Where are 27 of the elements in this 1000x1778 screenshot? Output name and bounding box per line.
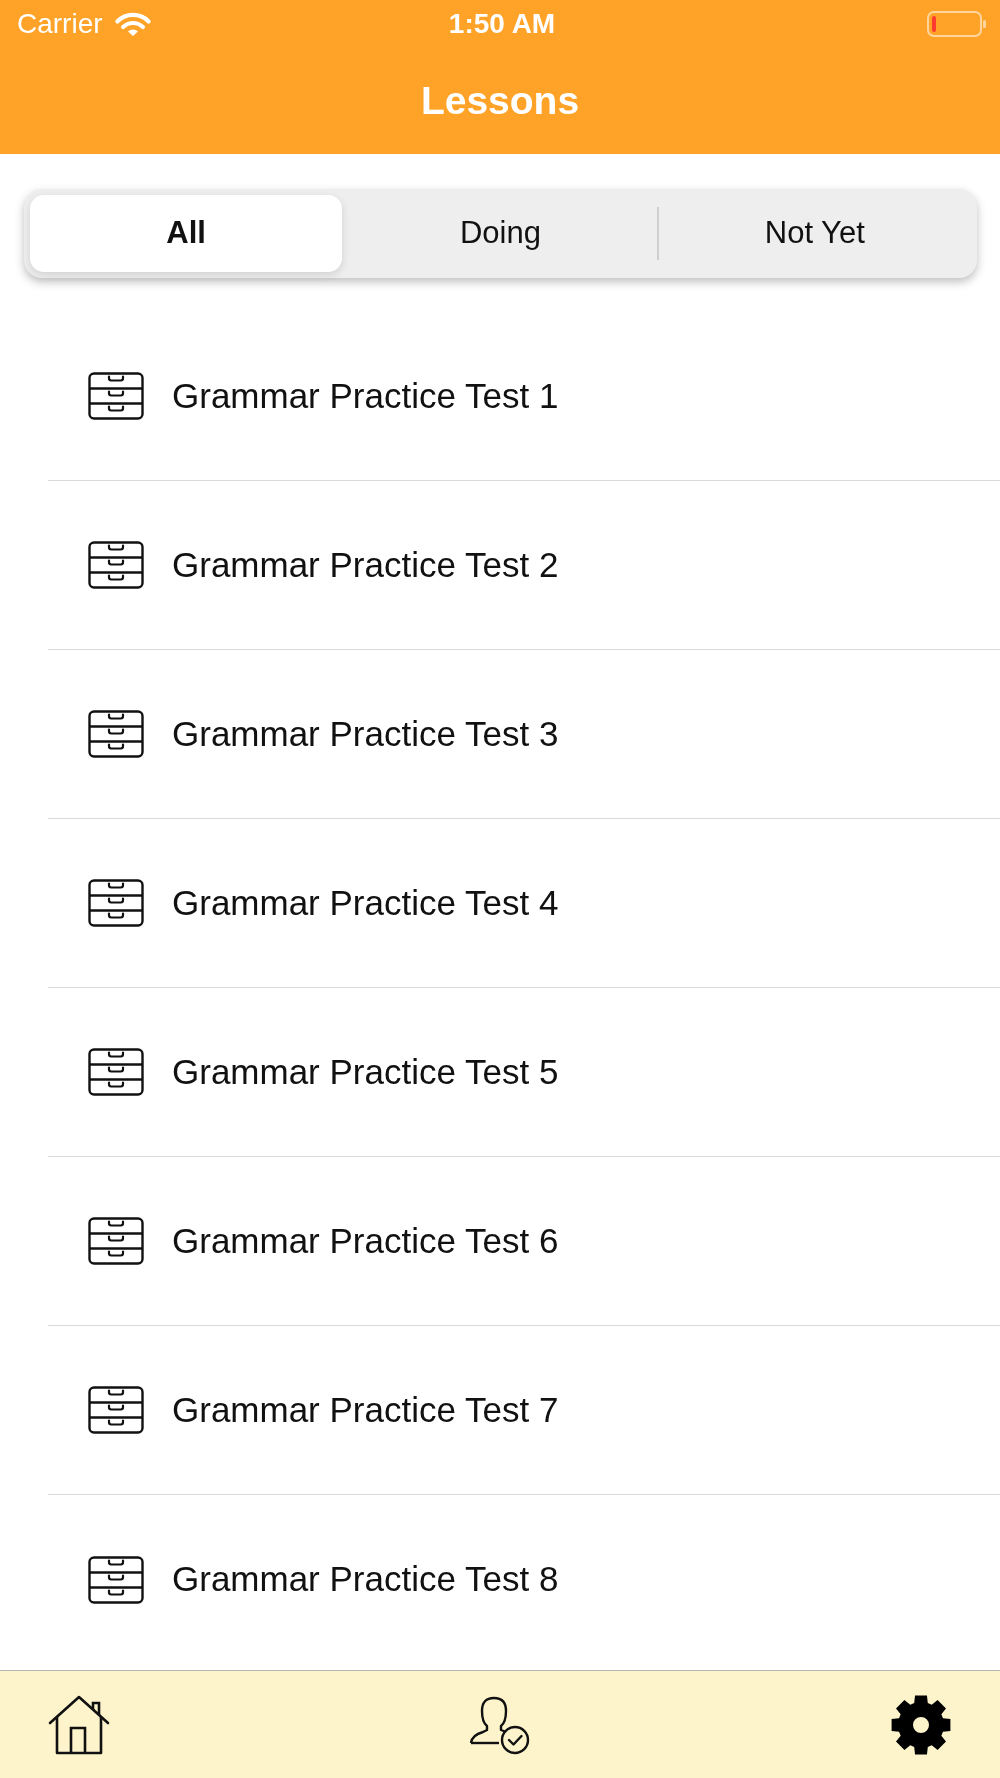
screen-title: Lessons bbox=[420, 79, 580, 123]
drawer-cabinet-icon bbox=[88, 372, 144, 420]
lesson-list-item[interactable]: Grammar Practice Test 5 bbox=[48, 988, 1000, 1157]
user-check-icon[interactable] bbox=[469, 1694, 531, 1755]
wifi-icon bbox=[112, 10, 153, 38]
time-label: 1:50 AM bbox=[448, 10, 556, 38]
lesson-list-item[interactable]: Grammar Practice Test 4 bbox=[48, 819, 1000, 988]
carrier-label: Carrier bbox=[17, 10, 103, 38]
lesson-list-item[interactable]: Grammar Practice Test 1 bbox=[48, 312, 1000, 481]
segment-tab[interactable]: Doing bbox=[344, 195, 657, 272]
lesson-list-item[interactable]: Grammar Practice Test 3 bbox=[48, 650, 1000, 819]
lesson-list-item[interactable]: Grammar Practice Test 8 bbox=[48, 1495, 1000, 1664]
drawer-cabinet-icon bbox=[88, 879, 144, 927]
drawer-cabinet-icon bbox=[88, 541, 144, 589]
lesson-list-item[interactable]: Grammar Practice Test 2 bbox=[48, 481, 1000, 650]
drawer-cabinet-icon bbox=[88, 1386, 144, 1434]
settings-icon[interactable] bbox=[890, 1693, 952, 1756]
lesson-list-item[interactable]: Grammar Practice Test 7 bbox=[48, 1326, 1000, 1495]
battery-icon bbox=[927, 11, 987, 37]
drawer-cabinet-icon bbox=[88, 1048, 144, 1096]
segment-tab[interactable]: All bbox=[30, 195, 343, 272]
lesson-list-item[interactable]: Grammar Practice Test 6 bbox=[48, 1157, 1000, 1326]
drawer-cabinet-icon bbox=[88, 1217, 144, 1265]
drawer-cabinet-icon bbox=[88, 1555, 144, 1604]
drawer-cabinet-icon bbox=[88, 710, 144, 758]
segment-tab[interactable]: Not Yet bbox=[658, 195, 971, 272]
home-icon[interactable] bbox=[48, 1694, 110, 1755]
